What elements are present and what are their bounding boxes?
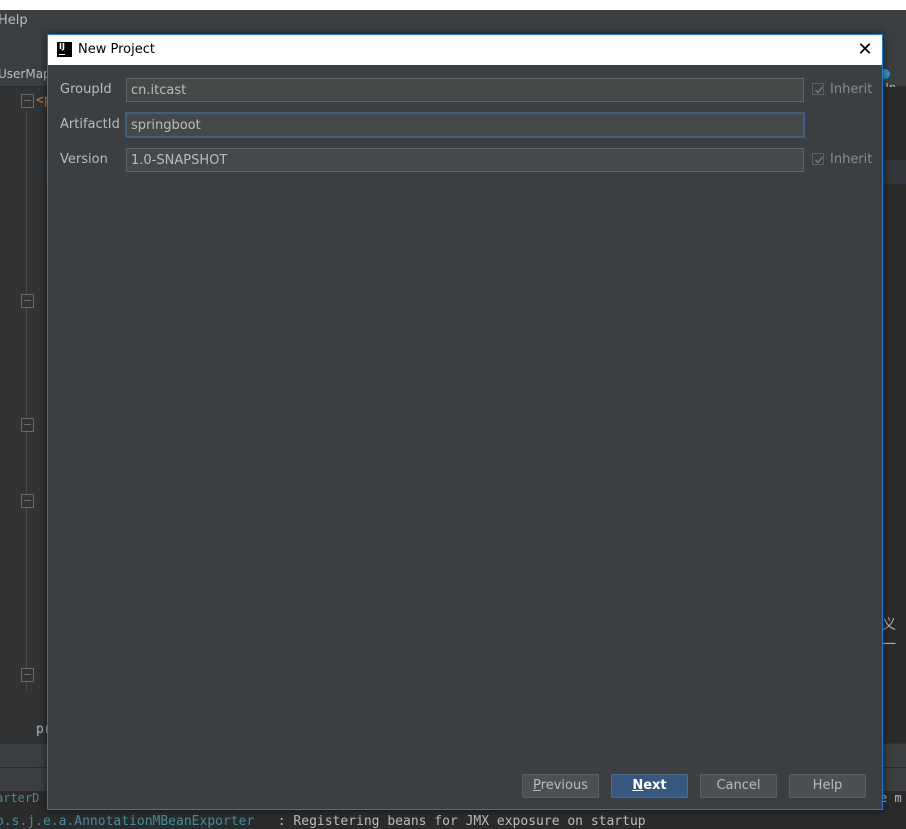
fold-icon[interactable] bbox=[21, 94, 34, 108]
fold-icon[interactable] bbox=[21, 668, 34, 682]
inherit-label: Inherit bbox=[830, 82, 873, 97]
artifactid-row: ArtifactId bbox=[48, 112, 882, 138]
menu-bar: Help bbox=[0, 10, 906, 32]
button-label: ext bbox=[643, 778, 667, 793]
dialog-title: New Project bbox=[78, 42, 155, 57]
version-row: Version Inherit bbox=[48, 148, 882, 172]
console-line: o.s.j.e.a.AnnotationMBeanExporter : Regi… bbox=[0, 814, 646, 829]
cancel-button[interactable]: Cancel bbox=[700, 774, 777, 798]
editor-tab-usermap[interactable]: UserMap bbox=[0, 67, 51, 81]
console-line: arterD bbox=[0, 791, 40, 805]
inherit-label: Inherit bbox=[830, 152, 873, 167]
console-logger-name: o.s.j.e.a.AnnotationMBeanExporter bbox=[0, 814, 255, 829]
fold-icon[interactable] bbox=[21, 494, 34, 508]
console-message: : Registering beans for JMX exposure on … bbox=[254, 814, 646, 829]
close-button[interactable]: ✕ bbox=[848, 35, 882, 65]
fold-icon[interactable] bbox=[21, 418, 34, 432]
menu-help[interactable]: Help bbox=[0, 13, 28, 28]
mnemonic: N bbox=[632, 778, 644, 793]
editor-gutter bbox=[0, 87, 46, 743]
window-top-edge bbox=[0, 0, 906, 10]
new-project-dialog: IJ New Project ✕ GroupId Inherit Artifac… bbox=[47, 34, 883, 810]
fold-guide bbox=[26, 110, 27, 690]
help-button[interactable]: Help bbox=[789, 774, 866, 798]
next-button[interactable]: Next bbox=[611, 774, 688, 798]
version-field[interactable] bbox=[126, 148, 804, 172]
close-icon: ✕ bbox=[857, 39, 873, 60]
version-label: Version bbox=[60, 152, 108, 167]
checkbox-checked-icon bbox=[812, 153, 824, 165]
groupid-row: GroupId Inherit bbox=[48, 78, 882, 102]
fold-icon[interactable] bbox=[21, 294, 34, 308]
previous-button[interactable]: Previous bbox=[522, 774, 599, 798]
groupid-field[interactable] bbox=[126, 78, 804, 102]
button-label: revious bbox=[540, 778, 588, 793]
checkbox-checked-icon bbox=[812, 83, 824, 95]
editor-code-fragment: 义一 bbox=[882, 617, 896, 653]
version-inherit-checkbox[interactable]: Inherit bbox=[812, 152, 872, 167]
intellij-icon: IJ bbox=[57, 42, 72, 57]
console-line: e m bbox=[880, 791, 902, 805]
dialog-title-bar: IJ New Project ✕ bbox=[48, 35, 882, 65]
groupid-inherit-checkbox[interactable]: Inherit bbox=[812, 82, 872, 97]
groupid-label: GroupId bbox=[60, 82, 112, 97]
mnemonic: P bbox=[533, 778, 541, 793]
artifactid-label: ArtifactId bbox=[60, 117, 120, 132]
artifactid-field[interactable] bbox=[125, 112, 805, 138]
